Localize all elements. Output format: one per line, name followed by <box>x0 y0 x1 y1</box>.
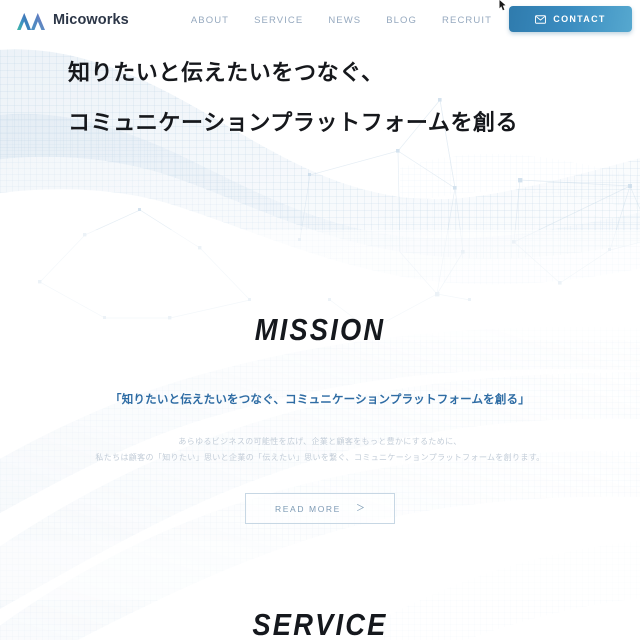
chevron-right-icon: ＞ <box>355 503 365 514</box>
mission-body: あらゆるビジネスの可能性を広げ、企業と顧客をもっと豊かにするために、 私たちは顧… <box>0 434 640 465</box>
nav-link-about[interactable]: ABOUT <box>191 15 229 26</box>
site-header: Micoworks ABOUT SERVICE NEWS BLOG RECRUI… <box>0 0 640 40</box>
read-more-label: READ MORE <box>275 503 341 514</box>
hero-section: 知りたいと伝えたいをつなぐ、 コミュニケーションプラットフォームを創る <box>68 62 518 134</box>
contact-button-label: CONTACT <box>553 14 606 24</box>
mission-body-line-1: あらゆるビジネスの可能性を広げ、企業と顧客をもっと豊かにするために、 <box>178 437 462 446</box>
mesh-wave-right-top <box>400 153 640 220</box>
nav-link-blog[interactable]: BLOG <box>386 15 417 26</box>
mission-body-line-2: 私たちは顧客の「知りたい」思いと企業の「伝えたい」思いを繋ぐ、コミュニケーション… <box>95 452 545 462</box>
nav-link-service[interactable]: SERVICE <box>254 15 303 26</box>
nav-link-news[interactable]: NEWS <box>328 15 361 26</box>
hero-headline-line-2: コミュニケーションプラットフォームを創る <box>68 110 519 135</box>
mission-section: MISSION 「知りたいと伝えたいをつなぐ、コミュニケーションプラットフォーム… <box>0 312 640 525</box>
brand-name: Micoworks <box>53 12 129 28</box>
mission-heading: MISSION <box>254 312 386 347</box>
envelope-icon <box>535 14 547 24</box>
main-navigation: ABOUT SERVICE NEWS BLOG RECRUIT <box>191 15 492 26</box>
nav-link-recruit[interactable]: RECRUIT <box>442 15 492 26</box>
mission-quote: 「知りたいと伝えたいをつなぐ、コミュニケーションプラットフォームを創る」 <box>110 394 530 406</box>
micoworks-m-logo-icon <box>17 12 45 30</box>
service-heading: SERVICE <box>252 607 388 640</box>
service-section: SERVICE <box>0 607 640 640</box>
mesh-wave-right-top-2 <box>380 201 640 262</box>
mission-read-more-button[interactable]: READ MORE ＞ <box>245 493 395 525</box>
hero-headline-line-1: 知りたいと伝えたいをつなぐ、 <box>68 60 384 85</box>
brand-logo-link[interactable]: Micoworks <box>16 10 129 31</box>
contact-button[interactable]: CONTACT <box>509 6 632 32</box>
mouse-cursor-icon <box>499 0 506 11</box>
